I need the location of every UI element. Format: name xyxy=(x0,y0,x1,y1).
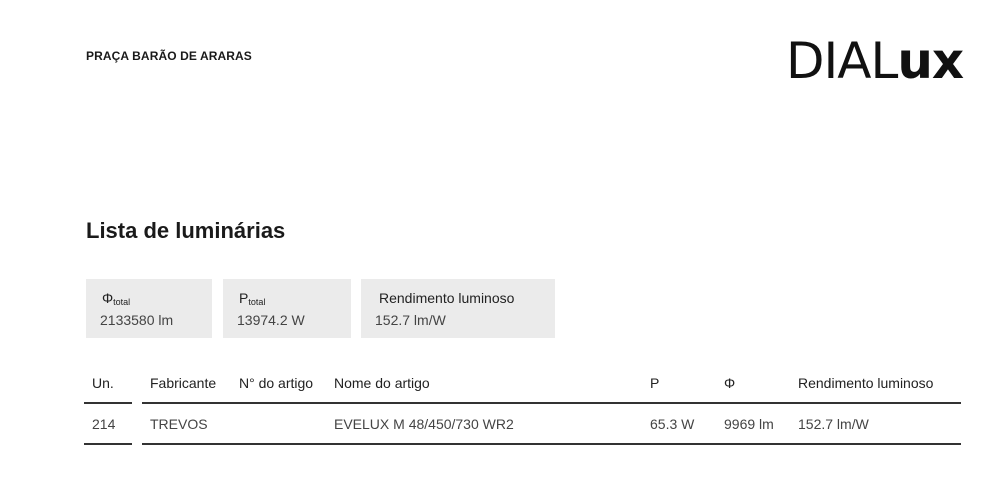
dialux-logo: DIALux xyxy=(786,33,966,89)
col-header-article-name: Nome do artigo xyxy=(326,364,642,404)
cell-article-number xyxy=(231,404,326,445)
summary-card-total-flux: Φtotal 2133580 lm xyxy=(86,279,212,338)
total-flux-label: Φtotal xyxy=(102,287,212,309)
total-power-value: 13974.2 W xyxy=(237,312,305,328)
col-header-units: Un. xyxy=(84,364,132,404)
power-symbol: P xyxy=(239,290,249,306)
cell-manufacturer: TREVOS xyxy=(142,404,231,445)
power-subscript: total xyxy=(248,297,266,307)
cell-article-name: EVELUX M 48/450/730 WR2 xyxy=(326,404,642,445)
col-header-efficacy: Rendimento luminoso xyxy=(790,364,961,404)
logo-part-dial: DIAL xyxy=(786,32,898,90)
summary-card-efficacy: Rendimento luminoso 152.7 lm/W xyxy=(361,279,555,338)
col-header-power: P xyxy=(642,364,716,404)
luminaire-table: Un. Fabricante N° do artigo Nome do arti… xyxy=(84,364,961,445)
table-row: 214 TREVOS EVELUX M 48/450/730 WR2 65.3 … xyxy=(84,404,961,445)
flux-subscript: total xyxy=(113,297,131,307)
logo-part-ux: ux xyxy=(897,32,964,90)
cell-efficacy: 152.7 lm/W xyxy=(790,404,961,445)
cell-units: 214 xyxy=(84,404,132,445)
cell-power: 65.3 W xyxy=(642,404,716,445)
column-gap xyxy=(132,404,142,445)
page-title: Lista de luminárias xyxy=(86,218,286,243)
col-header-manufacturer: Fabricante xyxy=(142,364,231,404)
efficacy-label: Rendimento luminoso xyxy=(379,290,515,306)
efficacy-value: 152.7 lm/W xyxy=(375,312,446,328)
summary-card-total-power: Ptotal 13974.2 W xyxy=(223,279,351,338)
col-header-flux: Φ xyxy=(716,364,790,404)
total-flux-value: 2133580 lm xyxy=(100,312,174,328)
table-header-row: Un. Fabricante N° do artigo Nome do arti… xyxy=(84,364,961,404)
total-power-label: Ptotal xyxy=(239,287,351,309)
project-name: PRAÇA BARÃO DE ARARAS xyxy=(86,49,252,63)
flux-symbol: Φ xyxy=(102,290,114,306)
cell-flux: 9969 lm xyxy=(716,404,790,445)
col-header-article-number: N° do artigo xyxy=(231,364,326,404)
column-gap xyxy=(132,364,142,404)
